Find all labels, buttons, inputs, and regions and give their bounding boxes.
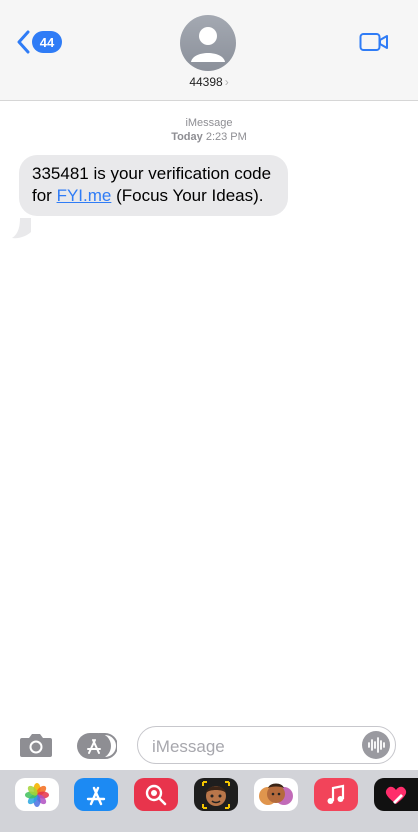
facetime-video-button[interactable] <box>359 32 389 57</box>
incoming-message-bubble[interactable]: 335481 is your verification code for FYI… <box>19 155 288 216</box>
apps-button[interactable] <box>77 732 118 760</box>
person-avatar-icon <box>191 27 225 62</box>
message-input-placeholder: iMessage <box>152 737 225 756</box>
unread-count-badge: 44 <box>32 31 62 53</box>
camera-button[interactable] <box>19 732 53 763</box>
contact-avatar[interactable] <box>180 15 236 71</box>
bubble-tail <box>12 218 31 239</box>
service-label: iMessage <box>185 117 233 129</box>
audio-message-button[interactable] <box>362 731 390 759</box>
app-drawer <box>0 770 418 832</box>
photos-app-icon <box>25 782 49 807</box>
message-timestamp-header: iMessage Today 2:23 PM <box>0 116 418 144</box>
animoji-app-icon <box>259 783 293 805</box>
day-label: Today <box>171 131 203 143</box>
chevron-left-icon <box>17 30 30 54</box>
music-app-icon <box>327 784 345 804</box>
video-camera-icon <box>359 33 388 51</box>
waveform-icon <box>368 737 385 753</box>
contact-name-label: 44398 <box>189 75 223 89</box>
search-images-app-icon <box>145 784 167 805</box>
contact-name[interactable]: 44398 › <box>0 75 418 89</box>
navigation-header: 44 44398 › <box>0 0 418 101</box>
app-store-icon <box>77 733 118 759</box>
memoji-app-button[interactable] <box>194 778 238 811</box>
music-app-button[interactable] <box>314 778 358 811</box>
memoji-app-icon <box>202 780 230 809</box>
compose-bar: iMessage <box>0 722 418 770</box>
message-link[interactable]: FYI.me <box>57 186 112 205</box>
back-button[interactable]: 44 <box>16 30 62 54</box>
camera-icon <box>20 734 52 757</box>
search-images-app-button[interactable] <box>134 778 178 811</box>
time-label: 2:23 PM <box>205 131 247 143</box>
digital-touch-app-icon <box>385 786 407 804</box>
digital-touch-app-button[interactable] <box>374 778 418 811</box>
app-store-app-icon <box>86 786 106 805</box>
animoji-app-button[interactable] <box>254 778 298 811</box>
app-store-app-button[interactable] <box>74 778 118 811</box>
message-text-end: (Focus Your Ideas). <box>111 186 264 205</box>
photos-app-button[interactable] <box>15 778 59 811</box>
message-input[interactable]: iMessage <box>137 726 396 764</box>
chevron-right-icon: › <box>224 75 229 89</box>
